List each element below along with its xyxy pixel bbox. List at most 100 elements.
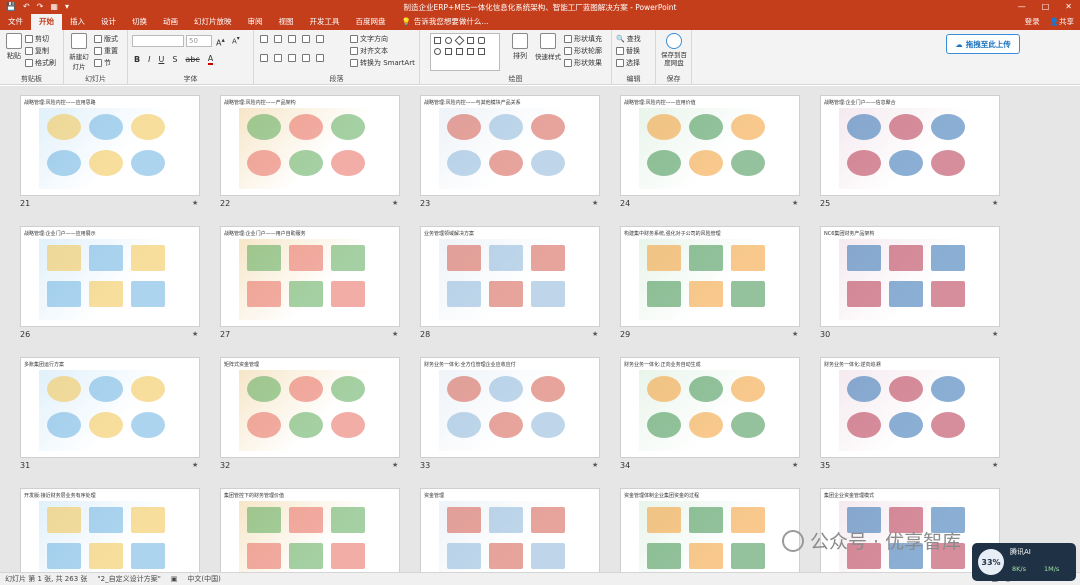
layout-button[interactable]: 版式 [94,34,118,44]
slide-thumbnail[interactable]: 财务业务一体化:全方位管理企业应收应付 [420,357,600,458]
strikethrough-button[interactable]: abc [185,55,199,64]
animation-star-icon[interactable]: ★ [992,199,998,207]
slide-thumbnail[interactable]: 财务业务一体化:正向业务自动生成 [620,357,800,458]
increase-indent-icon[interactable] [302,35,310,43]
align-center-icon[interactable] [274,54,282,62]
save-to-baidu-button[interactable]: 保存到百度网盘 [658,33,690,67]
shape-fill-button[interactable]: 形状填充 [564,34,602,44]
smartart-button[interactable]: 转换为 SmartArt [350,58,415,68]
undo-icon[interactable]: ↶ [23,0,30,14]
slide-thumbnail[interactable]: 战略管理:风险内控——与其他模块产品关系 [420,95,600,196]
quick-styles-button[interactable]: 快速样式 [534,33,562,61]
section-button[interactable]: 节 [94,58,111,68]
tab-view[interactable]: 视图 [271,14,302,30]
star-shape-icon[interactable] [478,48,485,55]
tab-insert[interactable]: 插入 [62,14,93,30]
textbox-shape-icon[interactable] [467,37,474,44]
cut-button[interactable]: 剪切 [25,34,49,44]
save-icon[interactable]: 💾 [6,0,16,14]
shapes-gallery[interactable] [430,33,500,71]
slide-thumbnail[interactable]: 资金管理体制企业集团资金的过程 [620,488,800,572]
slide-thumbnail[interactable]: 开发版:接近财务层业务有序处理 [20,488,200,572]
tab-file[interactable]: 文件 [0,14,31,30]
align-text-button[interactable]: 对齐文本 [350,46,388,56]
animation-star-icon[interactable]: ★ [592,199,598,207]
tab-animations[interactable]: 动画 [155,14,186,30]
slide-thumbnail[interactable]: 战略管理:企业门户——用户自助服务 [220,226,400,327]
tell-me-box[interactable]: 💡 告诉我您想要做什么... [394,14,497,30]
copy-button[interactable]: 复制 [25,46,49,56]
tab-transitions[interactable]: 切换 [124,14,155,30]
animation-star-icon[interactable]: ★ [992,461,998,469]
tab-design[interactable]: 设计 [93,14,124,30]
close-button[interactable]: ✕ [1065,0,1072,14]
shape-outline-button[interactable]: 形状轮廓 [564,46,602,56]
font-name-box[interactable] [132,35,184,47]
slide-sorter[interactable]: 战略管理:风险内控——应用思路 21 ★ 战略管理:风险内控——产品架构 22 ★ 战略管理… [0,86,1080,572]
tab-review[interactable]: 审阅 [240,14,271,30]
animation-star-icon[interactable]: ★ [792,461,798,469]
animation-star-icon[interactable]: ★ [392,461,398,469]
slide-thumbnail[interactable]: 业务管理领域解决方案 [420,226,600,327]
start-slideshow-icon[interactable]: ▦ [50,0,58,14]
paste-button[interactable]: 粘贴 [3,33,25,61]
customize-qat-icon[interactable]: ▾ [65,0,69,14]
animation-star-icon[interactable]: ★ [192,330,198,338]
slide-thumbnail[interactable]: 集团管控下的财务管理价值 [220,488,400,572]
align-right-icon[interactable] [288,54,296,62]
find-button[interactable]: 🔍 查找 [616,34,641,44]
reset-button[interactable]: 重置 [94,46,118,56]
shadow-button[interactable]: S [172,55,177,64]
cloud-upload-button[interactable]: ☁ 拖拽至此上传 [946,34,1020,54]
arrange-button[interactable]: 排列 [508,33,532,61]
text-direction-button[interactable]: 文字方向 [350,34,388,44]
share-button[interactable]: 👤共享 [1050,14,1074,30]
login-link[interactable]: 登录 [1025,14,1040,30]
slide-thumbnail[interactable]: 战略管理:风险内控——应用价值 [620,95,800,196]
oval-shape-icon[interactable] [445,37,452,44]
shape-effects-button[interactable]: 形状效果 [564,58,602,68]
maximize-button[interactable]: □ [1042,0,1050,14]
slide-thumbnail[interactable]: NC6集团财务产品架构 [820,226,1000,327]
spell-check-icon[interactable]: ▣ [166,575,183,583]
diamond-shape-icon[interactable] [454,35,465,46]
format-painter-button[interactable]: 格式刷 [25,58,56,68]
justify-icon[interactable] [302,54,310,62]
circle-shape-icon[interactable] [434,48,441,55]
replace-button[interactable]: 替换 [616,46,640,56]
bullets-icon[interactable] [260,35,268,43]
tab-slideshow[interactable]: 幻灯片放映 [186,14,240,30]
animation-star-icon[interactable]: ★ [392,330,398,338]
tab-home[interactable]: 开始 [31,14,62,30]
slide-thumbnail[interactable]: 矩阵式资金管理 [220,357,400,458]
animation-star-icon[interactable]: ★ [792,330,798,338]
ai-widget[interactable]: 33% 腾讯AI 8K/s 1M/s [972,543,1076,581]
line-spacing-icon[interactable] [316,35,324,43]
animation-star-icon[interactable]: ★ [592,330,598,338]
font-color-button[interactable]: A [207,54,214,65]
slide-thumbnail[interactable]: 资金管理 [420,488,600,572]
align-left-icon[interactable] [260,54,268,62]
slide-thumbnail[interactable]: 构建集中财务系统,强化对子公司的风险管理 [620,226,800,327]
minimize-button[interactable]: — [1018,0,1026,14]
line-shape-icon[interactable] [456,48,463,55]
slide-thumbnail[interactable]: 战略管理:企业门户——信息聚合 [820,95,1000,196]
tab-baidu-netdisk[interactable]: 百度网盘 [348,14,394,30]
arrow-shape-icon[interactable] [467,48,474,55]
animation-star-icon[interactable]: ★ [992,330,998,338]
slide-thumbnail[interactable]: 战略管理:风险内控——产品架构 [220,95,400,196]
slide-thumbnail[interactable]: 战略管理:企业门户——应用展示 [20,226,200,327]
slide-thumbnail[interactable]: 财务业务一体化:逆向追溯 [820,357,1000,458]
underline-button[interactable]: U [158,55,164,64]
animation-star-icon[interactable]: ★ [392,199,398,207]
italic-button[interactable]: I [148,55,150,64]
language-indicator[interactable]: 中文(中国) [182,574,225,584]
new-slide-button[interactable]: 新建幻灯片 [67,33,91,71]
font-size-box[interactable]: 50 [186,35,212,47]
numbering-icon[interactable] [274,35,282,43]
slide-thumbnail[interactable]: 多账集团运行方案 [20,357,200,458]
decrease-indent-icon[interactable] [288,35,296,43]
shrink-font-button[interactable]: A▾ [232,36,240,45]
columns-icon[interactable] [316,54,324,62]
animation-star-icon[interactable]: ★ [192,461,198,469]
